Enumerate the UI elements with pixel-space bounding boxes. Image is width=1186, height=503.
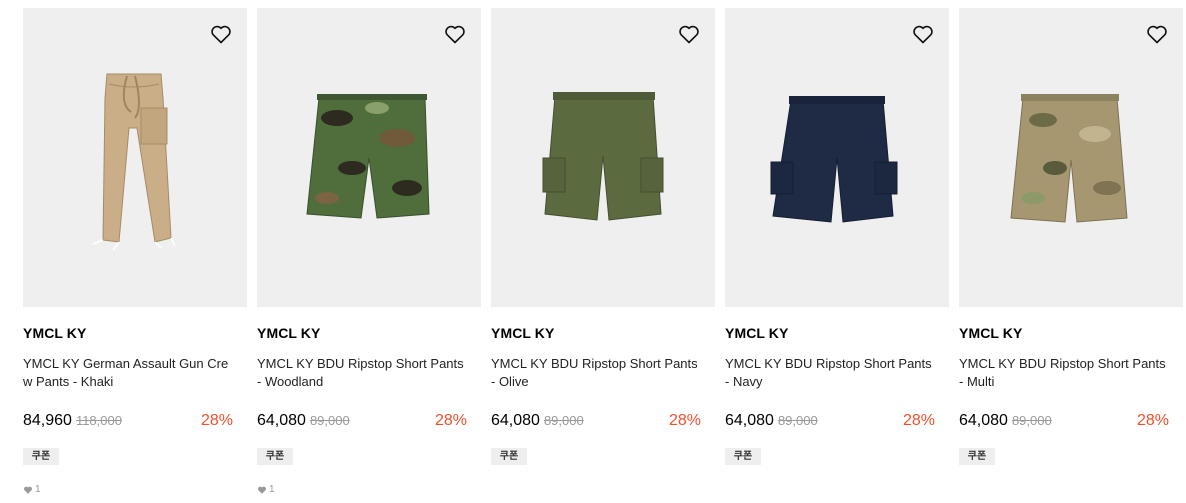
coupon-badge: 쿠폰 [725, 448, 761, 465]
coupon-badge: 쿠폰 [23, 448, 59, 465]
product-name[interactable]: YMCL KY BDU Ripstop Short Pants - Multi [959, 355, 1169, 391]
discount-rate: 28% [1136, 412, 1169, 429]
brand-name[interactable]: YMCL KY [959, 325, 1022, 341]
product-image[interactable] [257, 8, 481, 307]
product-card[interactable]: YMCL KY YMCL KY BDU Ripstop Short Pants … [725, 8, 949, 465]
discount-rate: 28% [434, 412, 467, 429]
coupon-badge: 쿠폰 [959, 448, 995, 465]
sale-price: 64,080 [257, 412, 306, 429]
product-card[interactable]: YMCL KY YMCL KY BDU Ripstop Short Pants … [959, 8, 1183, 465]
coupon-badge: 쿠폰 [491, 448, 527, 465]
sale-price: 64,080 [725, 412, 774, 429]
like-count: 1 [257, 484, 275, 495]
original-price: 118,000 [75, 413, 122, 428]
product-card[interactable]: YMCL KY YMCL KY BDU Ripstop Short Pants … [257, 8, 481, 495]
price-row: 64,080 89,000 28% [959, 412, 1183, 432]
like-count: 1 [23, 484, 41, 495]
brand-name[interactable]: YMCL KY [491, 325, 554, 341]
product-image[interactable] [959, 8, 1183, 307]
wishlist-heart-icon[interactable] [677, 22, 701, 46]
product-name[interactable]: YMCL KY BDU Ripstop Short Pants - Olive [491, 355, 701, 391]
wishlist-heart-icon[interactable] [1145, 22, 1169, 46]
discount-rate: 28% [200, 412, 233, 429]
like-count-value: 1 [35, 484, 41, 495]
coupon-badge: 쿠폰 [257, 448, 293, 465]
original-price: 89,000 [543, 413, 584, 428]
product-name[interactable]: YMCL KY BDU Ripstop Short Pants - Woodla… [257, 355, 467, 391]
wishlist-heart-icon[interactable] [443, 22, 467, 46]
product-card[interactable]: YMCL KY YMCL KY German Assault Gun Crew … [23, 8, 247, 495]
heart-filled-icon [257, 486, 267, 494]
discount-rate: 28% [668, 412, 701, 429]
product-image[interactable] [23, 8, 247, 307]
product-image[interactable] [725, 8, 949, 307]
discount-rate: 28% [902, 412, 935, 429]
wishlist-heart-icon[interactable] [209, 22, 233, 46]
original-price: 89,000 [1011, 413, 1052, 428]
brand-name[interactable]: YMCL KY [257, 325, 320, 341]
product-image[interactable] [491, 8, 715, 307]
wishlist-heart-icon[interactable] [911, 22, 935, 46]
sale-price: 64,080 [959, 412, 1008, 429]
brand-name[interactable]: YMCL KY [23, 325, 86, 341]
price-row: 64,080 89,000 28% [257, 412, 481, 432]
product-name[interactable]: YMCL KY BDU Ripstop Short Pants - Navy [725, 355, 935, 391]
product-name[interactable]: YMCL KY German Assault Gun Crew Pants - … [23, 355, 233, 391]
heart-filled-icon [23, 486, 33, 494]
price-row: 64,080 89,000 28% [491, 412, 715, 432]
like-count-value: 1 [269, 484, 275, 495]
price-row: 64,080 89,000 28% [725, 412, 949, 432]
brand-name[interactable]: YMCL KY [725, 325, 788, 341]
original-price: 89,000 [777, 413, 818, 428]
price-row: 84,960 118,000 28% [23, 412, 247, 432]
sale-price: 64,080 [491, 412, 540, 429]
original-price: 89,000 [309, 413, 350, 428]
sale-price: 84,960 [23, 412, 72, 429]
product-card[interactable]: YMCL KY YMCL KY BDU Ripstop Short Pants … [491, 8, 715, 465]
